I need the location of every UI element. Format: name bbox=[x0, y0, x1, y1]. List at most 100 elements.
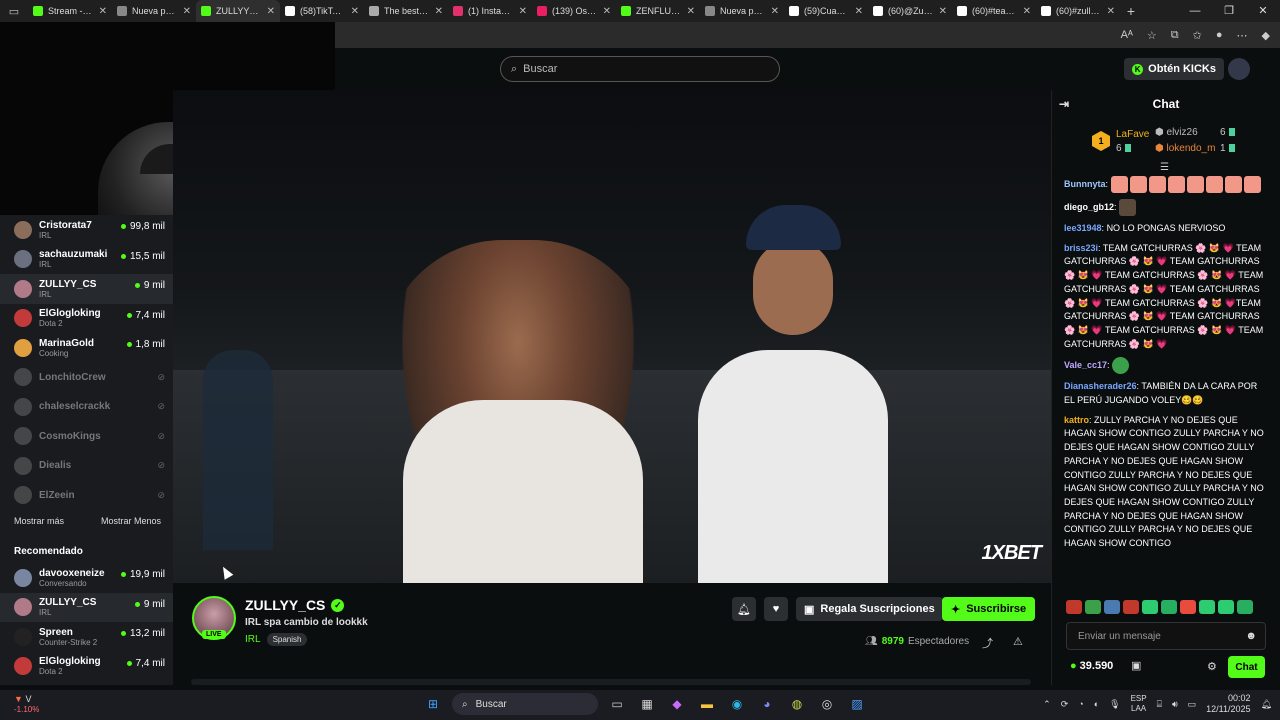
copilot-app-icon[interactable]: ◆ bbox=[666, 693, 688, 715]
sidebar-channel[interactable]: sachauzumaki IRL 15,5 mil bbox=[0, 245, 173, 275]
search-input[interactable]: ⌕ Buscar bbox=[500, 56, 780, 82]
notifications-bell-button[interactable]: 🔔︎ bbox=[732, 597, 756, 621]
browser-tab[interactable]: (139) Oscar ✕ bbox=[532, 0, 616, 22]
read-aloud-icon[interactable]: Aᴬ bbox=[1121, 29, 1133, 41]
quick-emote-icon[interactable] bbox=[1237, 600, 1253, 614]
tray-app-icon[interactable]: ⟳ bbox=[1061, 699, 1069, 710]
browser-tab[interactable]: Stream - Kic ✕ bbox=[28, 0, 112, 22]
tab-close-icon[interactable]: ✕ bbox=[519, 6, 527, 17]
edge-browser-icon[interactable]: ◉ bbox=[726, 693, 748, 715]
favorite-star-icon[interactable]: ☆ bbox=[1147, 29, 1157, 42]
notifications-icon[interactable]: 🔔︎ bbox=[1261, 699, 1272, 710]
quick-emote-icon[interactable] bbox=[1123, 600, 1139, 614]
channel-name[interactable]: ZULLYY_CS bbox=[245, 597, 325, 613]
language-tag[interactable]: Spanish bbox=[266, 633, 308, 646]
quick-emote-icon[interactable] bbox=[1218, 600, 1234, 614]
chat-username[interactable]: lee31948 bbox=[1064, 223, 1102, 233]
tab-close-icon[interactable]: ✕ bbox=[1023, 6, 1031, 17]
tray-app-icon-2[interactable]: ◔ bbox=[1078, 699, 1083, 709]
volume-icon[interactable]: 🔊︎ bbox=[1172, 699, 1178, 710]
tray-app-icon-3[interactable]: ◐ bbox=[1094, 699, 1099, 709]
user-avatar[interactable] bbox=[1228, 58, 1250, 80]
quick-emote-icon[interactable] bbox=[1104, 600, 1120, 614]
quick-emote-icon[interactable] bbox=[1066, 600, 1082, 614]
get-kicks-button[interactable]: K Obtén KICKs bbox=[1124, 58, 1224, 80]
tray-chevron-icon[interactable]: ⌃ bbox=[1043, 699, 1051, 710]
chat-message-input[interactable]: Enviar un mensaje ☻ bbox=[1066, 622, 1266, 650]
quick-emote-icon[interactable] bbox=[1142, 600, 1158, 614]
browser-tab[interactable]: ZENFLUENC ✕ bbox=[616, 0, 700, 22]
tab-close-icon[interactable]: ✕ bbox=[267, 6, 275, 17]
tab-close-icon[interactable]: ✕ bbox=[99, 6, 107, 17]
tab-close-icon[interactable]: ✕ bbox=[687, 6, 695, 17]
browser-tab[interactable]: The best Ch ✕ bbox=[364, 0, 448, 22]
sidebar-offline-channel[interactable]: Diealis ⊘ bbox=[0, 451, 173, 481]
input-language[interactable]: ESP LAA bbox=[1131, 694, 1147, 714]
tab-close-icon[interactable]: ✕ bbox=[939, 6, 947, 17]
browser-tab[interactable]: (1) Instagram ✕ bbox=[448, 0, 532, 22]
browser-tab[interactable]: (60)#teamch ✕ bbox=[952, 0, 1036, 22]
browser-tab[interactable]: (59)Cuando ✕ bbox=[784, 0, 868, 22]
tab-close-icon[interactable]: ✕ bbox=[435, 6, 443, 17]
chat-settings-gear-icon[interactable]: ⚙ bbox=[1207, 660, 1217, 673]
browser-tab[interactable]: (60)@Zullyy ✕ bbox=[868, 0, 952, 22]
sidebar-channel[interactable]: davooxeneize Conversando 19,9 mil bbox=[0, 563, 173, 593]
discord-icon[interactable]: ◕ bbox=[756, 693, 778, 715]
more-menu-icon[interactable]: ⋯ bbox=[1237, 29, 1248, 42]
report-warning-icon[interactable]: ⚠ bbox=[1013, 635, 1023, 648]
sidebar-channel[interactable]: Cristorata7 IRL 99,8 mil bbox=[0, 215, 173, 245]
browser-tab[interactable]: Nueva pesta ✕ bbox=[700, 0, 784, 22]
network-icon[interactable]: ⌸ bbox=[1157, 699, 1162, 710]
tab-close-icon[interactable]: ✕ bbox=[183, 6, 191, 17]
sidebar-channel[interactable]: ZULLYY_CS IRL 9 mil bbox=[0, 592, 173, 622]
chat-username[interactable]: briss23i bbox=[1064, 243, 1098, 253]
gift-subs-button[interactable]: ▣ Regala Suscripciones bbox=[796, 597, 943, 621]
tab-close-icon[interactable]: ✕ bbox=[351, 6, 359, 17]
close-window-button[interactable]: ✕ bbox=[1246, 0, 1280, 22]
microphone-icon[interactable]: 🎙︎ bbox=[1109, 699, 1120, 710]
quick-emote-icon[interactable] bbox=[1085, 600, 1101, 614]
sidebar-channel[interactable]: MarinaGold Cooking 1,8 mil bbox=[0, 333, 173, 363]
minimize-button[interactable]: — bbox=[1178, 0, 1212, 22]
windows-start-icon[interactable]: ⊞ bbox=[422, 693, 444, 715]
taskbar-search[interactable]: ⌕ Buscar bbox=[452, 693, 598, 715]
chat-username[interactable]: Bunnnyta bbox=[1064, 179, 1106, 189]
stream-category-link[interactable]: IRL bbox=[245, 634, 261, 645]
show-less-button[interactable]: Mostrar Menos bbox=[101, 516, 161, 526]
subscribe-button[interactable]: ✦ Suscribirse bbox=[942, 597, 1036, 621]
stock-widget[interactable]: ▼ V -1.10% bbox=[14, 694, 39, 715]
steam-icon[interactable]: ◎ bbox=[816, 693, 838, 715]
send-chat-button[interactable]: Chat bbox=[1228, 656, 1265, 678]
battery-icon[interactable]: ▭ bbox=[1188, 699, 1197, 710]
photos-icon[interactable]: ▨ bbox=[846, 693, 868, 715]
follow-heart-button[interactable]: ♥ bbox=[764, 597, 788, 621]
emote-picker-icon[interactable]: ☻ bbox=[1245, 630, 1257, 642]
video-player[interactable]: 1XBET bbox=[173, 90, 1051, 583]
sidebar-offline-channel[interactable]: ElZeein ⊘ bbox=[0, 481, 173, 511]
kicks-balance[interactable]: ● 39.590 bbox=[1070, 660, 1113, 672]
sidebar-channel[interactable]: ElGlogloking Dota 2 7,4 mil bbox=[0, 652, 173, 682]
chat-gift-icon[interactable]: ▣ bbox=[1131, 659, 1141, 672]
chat-username[interactable]: Dianasherader26 bbox=[1064, 381, 1137, 391]
tab-close-icon[interactable]: ✕ bbox=[771, 6, 779, 17]
browser-tab[interactable]: ZULLYY_CS ✕ bbox=[196, 0, 280, 22]
tab-close-icon[interactable]: ✕ bbox=[1107, 6, 1115, 17]
expand-leaderboard-icon[interactable]: ☰ bbox=[1160, 162, 1169, 173]
file-explorer-icon[interactable]: ▬ bbox=[696, 693, 718, 715]
new-tab-button[interactable]: + bbox=[1120, 3, 1142, 19]
chat-username[interactable]: Vale_cc17 bbox=[1064, 360, 1107, 370]
sidebar-channel[interactable]: ElGlogloking Dota 2 7,4 mil bbox=[0, 304, 173, 334]
app-icon[interactable]: ◍ bbox=[786, 693, 808, 715]
leader-3-name[interactable]: ⬢ lokendo_m bbox=[1155, 143, 1215, 154]
maximize-button[interactable]: ❐ bbox=[1212, 0, 1246, 22]
sidebar-offline-channel[interactable]: LonchitoCrew ⊘ bbox=[0, 363, 173, 393]
tab-close-icon[interactable]: ✕ bbox=[855, 6, 863, 17]
leader-1-name[interactable]: LaFave bbox=[1116, 129, 1149, 140]
copilot-icon[interactable]: ◆ bbox=[1262, 29, 1270, 42]
quick-emote-icon[interactable] bbox=[1199, 600, 1215, 614]
share-icon[interactable]: ⤴ bbox=[982, 635, 993, 651]
sidebar-offline-channel[interactable]: CosmoKings ⊘ bbox=[0, 422, 173, 452]
task-view-icon[interactable]: ▭ bbox=[606, 693, 628, 715]
chat-username[interactable]: kattro bbox=[1064, 415, 1089, 425]
leader-2-name[interactable]: ⬢ elviz26 bbox=[1155, 127, 1198, 138]
